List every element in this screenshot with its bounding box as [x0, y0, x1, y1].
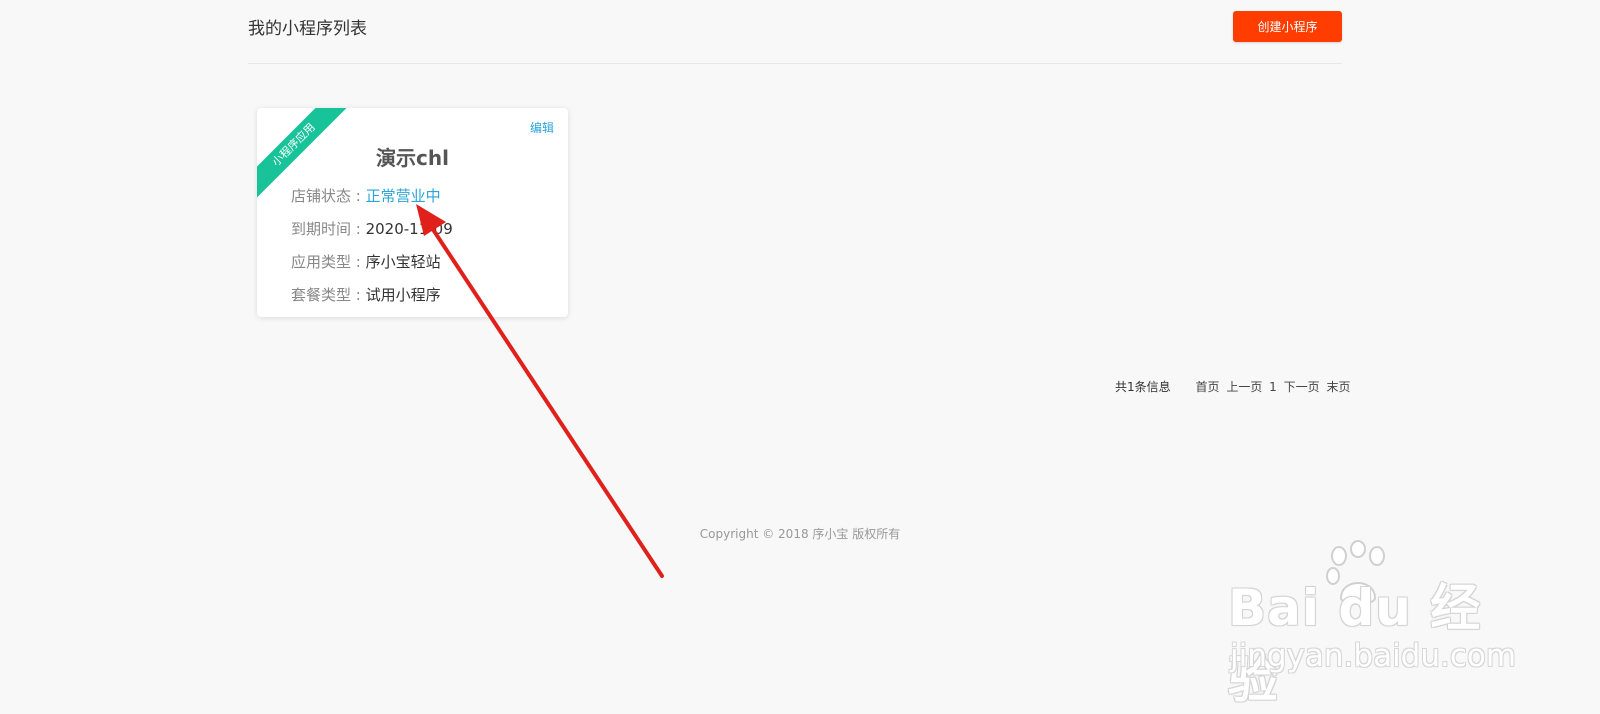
app-type-row: 应用类型 : 序小宝轻站	[291, 251, 441, 272]
plan-type-row: 套餐类型 : 试用小程序	[291, 284, 441, 305]
pagination-prev[interactable]: 上一页	[1226, 380, 1262, 394]
store-status-row: 店铺状态 : 正常营业中	[291, 185, 441, 206]
watermark-url: jingyan.baidu.com	[1230, 638, 1517, 674]
miniprogram-card[interactable]: 小程序应用 编辑 演示chl 店铺状态 : 正常营业中 到期时间 : 2020-…	[257, 108, 568, 317]
app-type-value: 序小宝轻站	[365, 253, 441, 271]
pagination-first[interactable]: 首页	[1195, 380, 1219, 394]
pagination: 共1条信息 首页 上一页 1 下一页 末页	[1115, 378, 1350, 395]
pagination-last[interactable]: 末页	[1326, 380, 1350, 394]
store-status-value: 正常营业中	[365, 187, 441, 205]
pagination-next[interactable]: 下一页	[1284, 380, 1320, 394]
store-status-label: 店铺状态 :	[291, 187, 366, 205]
plan-type-value: 试用小程序	[365, 286, 441, 304]
app-type-label: 应用类型 :	[291, 253, 366, 271]
expiry-label: 到期时间 :	[291, 220, 366, 238]
header-divider	[248, 63, 1342, 64]
app-name: 演示chl	[376, 146, 449, 170]
edit-link[interactable]: 编辑	[530, 119, 554, 136]
expiry-value: 2020-11-09	[365, 220, 453, 238]
expiry-row: 到期时间 : 2020-11-09	[291, 218, 453, 239]
baidu-jingyan-watermark: Bai du 经验 jingyan.baidu.com	[1228, 540, 1528, 709]
page-title: 我的小程序列表	[248, 19, 367, 39]
pagination-current[interactable]: 1	[1269, 380, 1277, 394]
create-miniprogram-button[interactable]: 创建小程序	[1233, 11, 1342, 42]
pagination-total: 共1条信息	[1115, 380, 1171, 394]
plan-type-label: 套餐类型 :	[291, 286, 366, 304]
